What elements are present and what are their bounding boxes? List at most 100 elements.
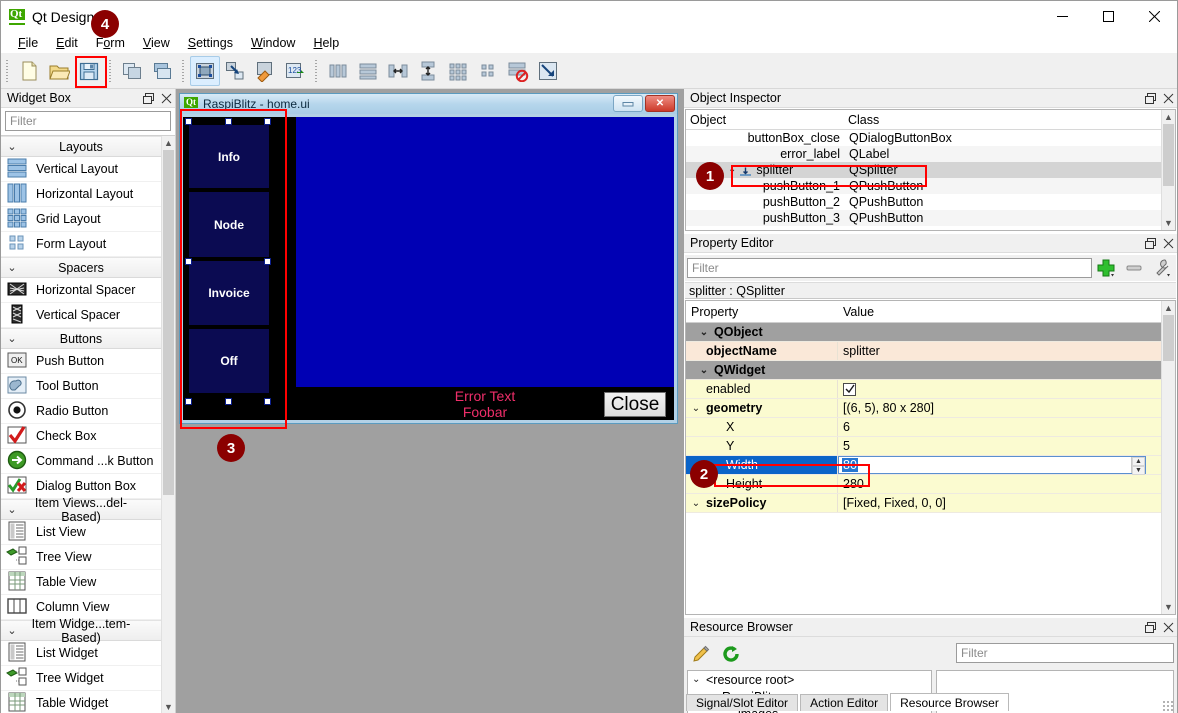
remove-property-icon[interactable] xyxy=(1120,256,1148,280)
close-icon[interactable] xyxy=(1159,619,1177,636)
column-header-class[interactable]: Class xyxy=(844,110,1175,129)
enabled-checkbox[interactable] xyxy=(843,382,856,396)
widget-box-item-vertical-spacer[interactable]: Vertical Spacer xyxy=(1,303,161,328)
menu-help[interactable]: Help xyxy=(304,34,348,52)
resource-tree-node[interactable]: ⌄ <resource root> xyxy=(688,671,931,688)
scroll-down-icon[interactable]: ▼ xyxy=(162,700,175,713)
chevron-down-icon[interactable]: ⌄ xyxy=(686,403,706,414)
scroll-down-icon[interactable]: ▼ xyxy=(1162,600,1175,614)
property-value-cell[interactable]: [(6, 5), 80 x 280] xyxy=(838,399,1161,417)
form-nav-button-info[interactable]: Info xyxy=(189,125,269,188)
selection-handle[interactable] xyxy=(224,398,232,405)
widget-box-item-radio-button[interactable]: Radio Button xyxy=(1,399,161,424)
property-row[interactable]: Y5 xyxy=(686,437,1161,456)
property-row[interactable]: objectName splitter xyxy=(686,342,1161,361)
object-inspector-scrollbar[interactable]: ▲ ▼ xyxy=(1161,110,1175,230)
widget-box-item-command-k-button[interactable]: Command ...k Button xyxy=(1,449,161,474)
scroll-up-icon[interactable]: ▲ xyxy=(162,136,175,150)
tab-resource-browser[interactable]: Resource Browser xyxy=(890,693,1009,711)
float-icon[interactable] xyxy=(1141,90,1159,107)
selection-handle[interactable] xyxy=(264,398,271,405)
maximize-icon[interactable] xyxy=(1085,1,1131,32)
widget-box-item-vertical-layout[interactable]: Vertical Layout xyxy=(1,157,161,182)
scroll-down-icon[interactable]: ▼ xyxy=(1162,216,1175,230)
layout-grid-icon[interactable] xyxy=(443,56,473,86)
edit-tab-order-icon[interactable]: 123 xyxy=(280,56,310,86)
selection-handle[interactable] xyxy=(264,118,271,125)
minimize-icon[interactable] xyxy=(1039,1,1085,32)
property-value-cell[interactable]: 6 xyxy=(838,418,1161,436)
widget-box-item-grid-layout[interactable]: Grid Layout xyxy=(1,207,161,232)
form-minimize-icon[interactable] xyxy=(613,95,643,112)
widget-box-item-push-button[interactable]: OK Push Button xyxy=(1,349,161,374)
property-width-row[interactable]: Width 80 ▲ ▼ xyxy=(686,456,1161,475)
widget-box-item-table-widget[interactable]: Table Widget xyxy=(1,691,161,713)
column-header-property[interactable]: Property xyxy=(686,301,838,322)
property-row[interactable]: enabled xyxy=(686,380,1161,399)
widget-box-section-item-views-del-based[interactable]: ⌄ Item Views...del-Based) xyxy=(1,496,161,524)
edit-resources-icon[interactable] xyxy=(686,641,716,667)
table-row[interactable]: error_label QLabel xyxy=(686,146,1161,162)
property-row[interactable]: ⌄ sizePolicy [Fixed, Fixed, 0, 0] xyxy=(686,494,1161,513)
selection-handle[interactable] xyxy=(264,258,271,265)
property-row[interactable]: ⌄ geometry [(6, 5), 80 x 280] xyxy=(686,399,1161,418)
resource-filter-input[interactable] xyxy=(956,643,1174,663)
selection-handle[interactable] xyxy=(224,118,232,125)
width-value-text[interactable]: 80 xyxy=(842,458,858,472)
toolbar-grip-3[interactable] xyxy=(180,59,187,82)
layout-vertical-icon[interactable] xyxy=(353,56,383,86)
reload-icon[interactable] xyxy=(716,641,746,667)
close-icon[interactable] xyxy=(157,90,175,107)
selection-handle[interactable] xyxy=(185,398,192,405)
tab-signal-slot-editor[interactable]: Signal/Slot Editor xyxy=(686,694,799,711)
layout-form-icon[interactable] xyxy=(473,56,503,86)
property-row[interactable]: X6 xyxy=(686,418,1161,437)
configure-icon[interactable] xyxy=(1148,256,1176,280)
menu-file[interactable]: FFileile xyxy=(9,34,47,52)
property-value-cell[interactable]: splitter xyxy=(838,342,1161,360)
scroll-up-icon[interactable]: ▲ xyxy=(1162,301,1175,315)
spin-down-icon[interactable]: ▼ xyxy=(1132,466,1145,475)
property-value-cell[interactable]: 280 xyxy=(838,475,1161,493)
copy-icon[interactable] xyxy=(117,56,147,86)
width-value-spinbox[interactable]: 80 ▲ ▼ xyxy=(838,456,1146,475)
float-icon[interactable] xyxy=(1141,235,1159,252)
menu-settings[interactable]: Settings xyxy=(179,34,242,52)
chevron-down-icon[interactable]: ⌄ xyxy=(686,498,706,509)
widget-box-section-buttons[interactable]: ⌄ Buttons xyxy=(1,328,161,349)
toolbar-grip-4[interactable] xyxy=(313,59,320,82)
property-editor-scrollbar[interactable]: ▲ ▼ xyxy=(1161,301,1175,614)
close-icon[interactable] xyxy=(1159,90,1177,107)
widget-box-list[interactable]: ⌄ Layouts Vertical Layout Horizontal Layout… xyxy=(1,135,175,713)
widget-box-scrollbar[interactable]: ▲ ▼ xyxy=(161,136,175,713)
spin-up-icon[interactable]: ▲ xyxy=(1132,457,1145,466)
scrollbar-thumb[interactable] xyxy=(163,150,174,495)
scrollbar-thumb[interactable] xyxy=(1163,315,1174,361)
scrollbar-thumb[interactable] xyxy=(1163,124,1174,186)
tab-action-editor[interactable]: Action Editor xyxy=(800,694,889,711)
chevron-down-icon[interactable]: ⌄ xyxy=(692,674,706,685)
selection-handle[interactable] xyxy=(185,118,192,125)
open-form-icon[interactable] xyxy=(44,56,74,86)
new-form-icon[interactable] xyxy=(14,56,44,86)
column-header-object[interactable]: Object xyxy=(686,110,844,129)
layout-splitter-horizontal-icon[interactable] xyxy=(383,56,413,86)
property-group-row[interactable]: ⌄ QWidget xyxy=(686,361,1161,380)
widget-box-item-tree-view[interactable]: Tree View xyxy=(1,545,161,570)
widget-box-item-list-widget[interactable]: List Widget xyxy=(1,641,161,666)
widget-box-item-tool-button[interactable]: Tool Button xyxy=(1,374,161,399)
save-form-icon[interactable] xyxy=(74,56,104,86)
menu-window[interactable]: Window xyxy=(242,34,304,52)
widget-box-item-horizontal-layout[interactable]: Horizontal Layout xyxy=(1,182,161,207)
property-value-cell[interactable] xyxy=(838,361,1161,379)
table-row[interactable]: pushButton_1 QPushButton xyxy=(686,178,1161,194)
float-icon[interactable] xyxy=(139,90,157,107)
property-editor-table[interactable]: Property Value ⌄ QObject objectName splitte… xyxy=(685,300,1176,615)
menu-view[interactable]: View xyxy=(134,34,179,52)
object-inspector-splitter-row[interactable]: ⌄ splitter QSplitter xyxy=(686,162,1161,178)
property-value-cell[interactable] xyxy=(838,323,1161,341)
break-layout-icon[interactable] xyxy=(503,56,533,86)
widget-box-item-list-view[interactable]: List View xyxy=(1,520,161,545)
property-group-row[interactable]: ⌄ QObject xyxy=(686,323,1161,342)
add-property-icon[interactable] xyxy=(1092,256,1120,280)
